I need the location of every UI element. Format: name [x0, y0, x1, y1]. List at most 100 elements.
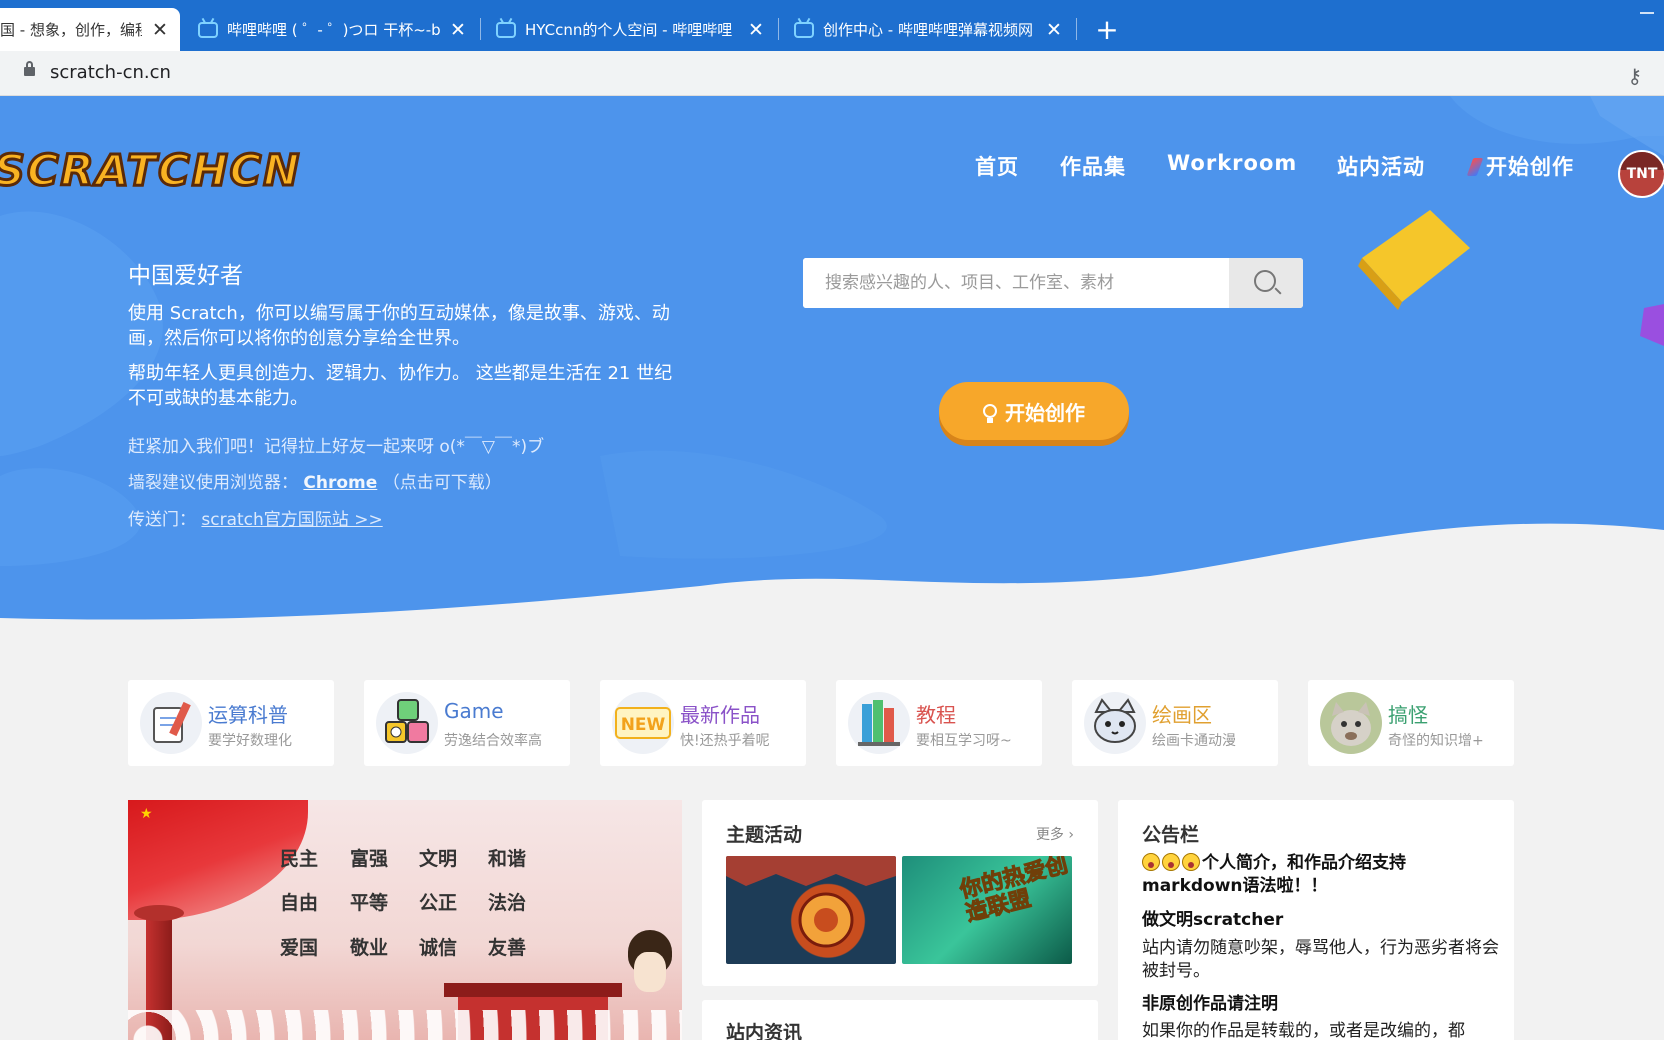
browser-suggestion-suffix: （点击可下载） — [382, 473, 502, 493]
category-subtitle: 劳逸结合效率高 — [444, 733, 542, 749]
search-icon — [1254, 270, 1276, 292]
category-card-game[interactable]: Game 劳逸结合效率高 — [364, 680, 570, 766]
tab-bilibili-space[interactable]: HYCcnn的个人空间 - 哔哩哔哩 ( ✕ — [486, 8, 776, 51]
tab-bilibili-creator[interactable]: 创作中心 - 哔哩哔哩弹幕视频网 ✕ — [784, 8, 1074, 51]
hero-description-2: 帮助年轻人更具创造力、逻辑力、协作力。 这些都是生活在 21 世纪不可或缺的基本… — [128, 363, 673, 409]
cat-face-icon — [1084, 692, 1146, 754]
start-create-button[interactable]: 开始创作 — [939, 382, 1129, 440]
close-icon[interactable]: ✕ — [746, 19, 766, 41]
hero-title: 中国爱好者 — [128, 263, 243, 289]
core-value: 和谐 — [488, 848, 527, 870]
create-icon — [1466, 158, 1484, 176]
notice-markdown: 个人简介，和作品介绍支持markdown语法啦！！ — [1142, 852, 1502, 898]
core-value: 敬业 — [350, 937, 389, 959]
category-name: 运算科普 — [208, 703, 288, 727]
new-badge-icon: NEW — [612, 692, 674, 754]
hero-join-text: 赶紧加入我们吧！记得拉上好友一起来呀 o(*￣▽￣*)ブ — [128, 437, 545, 457]
tab-separator — [480, 18, 481, 40]
nav-workroom[interactable]: Workroom — [1167, 151, 1297, 175]
close-icon[interactable]: ✕ — [448, 19, 468, 41]
core-value: 公正 — [419, 892, 458, 914]
close-icon[interactable]: ✕ — [150, 19, 170, 41]
books-icon — [848, 692, 910, 754]
nav-home[interactable]: 首页 — [975, 151, 1019, 181]
surprised-face-icon — [1182, 853, 1200, 871]
child-illustration — [628, 930, 672, 992]
core-value: 自由 — [280, 892, 319, 914]
tab-title: HYCcnn的个人空间 - 哔哩哔哩 ( — [525, 21, 738, 39]
category-name: 最新作品 — [680, 703, 760, 727]
tab-separator — [1076, 18, 1077, 40]
category-card-latest[interactable]: NEW 最新作品 快!还热乎着呢 — [600, 680, 806, 766]
bilibili-tv-icon — [496, 21, 516, 38]
sun-pattern-image — [726, 856, 896, 948]
official-site-link[interactable]: scratch官方国际站 >> — [201, 510, 382, 530]
surprised-face-icon — [1162, 853, 1180, 871]
tab-scratch-cn[interactable]: 国 - 想象，创作，编程 ✕ — [0, 8, 180, 51]
address-bar: scratch-cn.cn ⚷ — [0, 51, 1664, 96]
svg-text:NEW: NEW — [621, 715, 666, 735]
category-name: 教程 — [916, 703, 956, 727]
tab-separator — [778, 18, 779, 40]
url-field[interactable]: scratch-cn.cn — [50, 62, 171, 83]
game-blocks-icon — [376, 692, 438, 754]
browser-suggestion-label: 墙裂建议使用浏览器： — [128, 473, 298, 493]
news-title: 站内资讯 — [726, 1022, 803, 1040]
themes-panel: 主题活动 更多 › 你的热爱创造联盟 — [702, 800, 1098, 986]
core-values-banner[interactable]: ★ 民主 富强 文明 和谐 自由 平等 公正 法治 爱国 敬业 诚信 友善 — [128, 800, 682, 1040]
news-panel: 站内资讯 — [702, 1000, 1098, 1040]
category-card-drawing[interactable]: 绘画区 绘画卡通动漫 — [1072, 680, 1278, 766]
avatar-text: TNT — [1626, 166, 1658, 182]
category-subtitle: 绘画卡通动漫 — [1152, 733, 1236, 749]
nav-activities[interactable]: 站内活动 — [1337, 151, 1425, 181]
core-value: 爱国 — [280, 937, 319, 959]
lock-icon[interactable] — [24, 61, 35, 76]
notice-body: 如果你的作品是转载的，或者是改编的，都 — [1142, 1021, 1465, 1040]
core-value: 法治 — [488, 892, 527, 914]
key-icon[interactable]: ⚷ — [1627, 64, 1642, 88]
category-card-funny[interactable]: 搞怪 奇怪的知识增+ — [1308, 680, 1514, 766]
category-subtitle: 要学好数理化 — [208, 733, 292, 749]
close-icon[interactable]: ✕ — [1044, 19, 1064, 41]
notice-heading: 非原创作品请注明 — [1142, 994, 1278, 1014]
bilibili-tv-icon — [198, 21, 218, 38]
browser-tab-bar: 国 - 想象，创作，编程 ✕ 哔哩哔哩 ( ゜- ゜)つロ 干杯~-bilibi… — [0, 0, 1664, 51]
star-icon: ★ — [140, 806, 153, 822]
core-value: 富强 — [350, 848, 389, 870]
browser-suggestion: 墙裂建议使用浏览器： Chrome （点击可下载） — [128, 468, 502, 493]
category-subtitle: 快!还热乎着呢 — [680, 733, 770, 749]
portal-label: 传送门： — [128, 510, 196, 530]
core-value: 文明 — [419, 848, 458, 870]
surprised-face-icon — [1142, 853, 1160, 871]
avatar[interactable]: TNT — [1618, 150, 1664, 198]
chevron-right-icon: › — [1068, 827, 1074, 843]
category-card-science[interactable]: 运算科普 要学好数理化 — [128, 680, 334, 766]
nav-create[interactable]: 开始创作 — [1466, 151, 1574, 181]
chrome-link[interactable]: Chrome — [303, 473, 377, 493]
notice-panel: 公告栏 个人简介，和作品介绍支持markdown语法啦！！ 做文明scratch… — [1118, 800, 1514, 1040]
tab-title: 哔哩哔哩 ( ゜- ゜)つロ 干杯~-bilibili — [227, 21, 440, 39]
site-logo[interactable]: SCRATCHCN — [0, 145, 301, 198]
pencil-notebook-icon — [140, 692, 202, 754]
notice-body: 站内请勿随意吵架，辱骂他人，行为恶劣者将会被封号。 — [1142, 938, 1499, 981]
category-subtitle: 要相互学习呀~ — [916, 733, 1012, 749]
search-button[interactable] — [1229, 258, 1303, 308]
theme-thumbnail[interactable]: 你的热爱创造联盟 — [902, 856, 1072, 964]
hero-section: SCRATCHCN 首页 作品集 Workroom 站内活动 开始创作 TNT … — [0, 96, 1664, 656]
category-name: 绘画区 — [1152, 703, 1212, 727]
tab-bilibili-home[interactable]: 哔哩哔哩 ( ゜- ゜)つロ 干杯~-bilibili ✕ — [188, 8, 478, 51]
more-link[interactable]: 更多 › — [1036, 824, 1074, 844]
search-input[interactable] — [803, 258, 1229, 308]
new-tab-button[interactable]: + — [1092, 12, 1122, 48]
theme-thumbnail[interactable] — [726, 856, 896, 964]
bilibili-tv-icon — [794, 21, 814, 38]
category-name: 搞怪 — [1388, 703, 1428, 727]
category-card-tutorial[interactable]: 教程 要相互学习呀~ — [836, 680, 1042, 766]
start-create-label: 开始创作 — [1005, 400, 1085, 425]
category-name: Game — [444, 699, 504, 723]
portal-line: 传送门： scratch官方国际站 >> — [128, 505, 383, 530]
theme-thumbnail-text: 你的热爱创造联盟 — [957, 856, 1071, 927]
minimize-icon[interactable] — [1640, 12, 1654, 14]
nav-works[interactable]: 作品集 — [1060, 151, 1126, 181]
category-subtitle: 奇怪的知识增+ — [1388, 733, 1484, 749]
